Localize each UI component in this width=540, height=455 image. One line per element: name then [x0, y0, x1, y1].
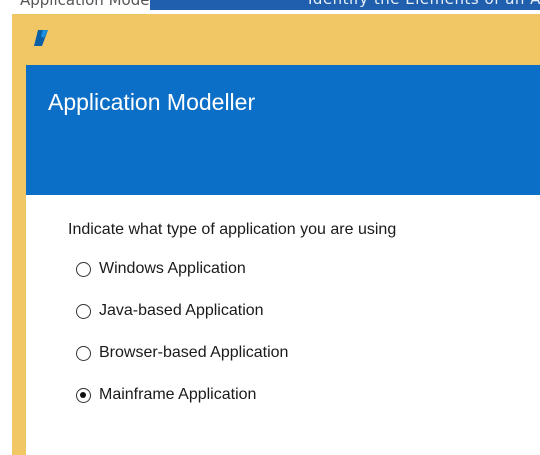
option-label[interactable]: Windows Application [99, 260, 246, 278]
application-type-prompt: Indicate what type of application you ar… [68, 221, 397, 238]
screen: Application Modeller Identify the Elemen… [0, 0, 540, 455]
application-modeller-window: Application Modeller Indicate what type … [12, 14, 540, 455]
background-document-banner: Identify the Elements of an Application [150, 0, 540, 10]
window-titlebar[interactable] [12, 14, 540, 64]
radio-java-based-application[interactable] [76, 303, 91, 319]
option-label[interactable]: Browser-based Application [99, 344, 288, 362]
radio-mainframe-application[interactable] [76, 387, 91, 403]
wizard-title: Application Modeller [48, 89, 256, 115]
option-browser-based-application[interactable]: Browser-based Application [76, 341, 288, 365]
background-document: Application Modeller Identify the Elemen… [0, 0, 540, 14]
radio-browser-based-application[interactable] [76, 345, 91, 361]
background-document-banner-text: Identify the Elements of an Application [308, 0, 540, 8]
blueprint-logo-icon [34, 30, 48, 46]
option-label[interactable]: Mainframe Application [99, 386, 256, 404]
option-windows-application[interactable]: Windows Application [76, 257, 246, 281]
radio-windows-application[interactable] [76, 261, 91, 277]
option-mainframe-application[interactable]: Mainframe Application [76, 383, 256, 407]
option-java-based-application[interactable]: Java-based Application [76, 299, 264, 323]
wizard-content: Application Modeller Indicate what type … [26, 65, 540, 455]
wizard-header: Application Modeller [26, 65, 540, 195]
option-label[interactable]: Java-based Application [99, 302, 264, 320]
